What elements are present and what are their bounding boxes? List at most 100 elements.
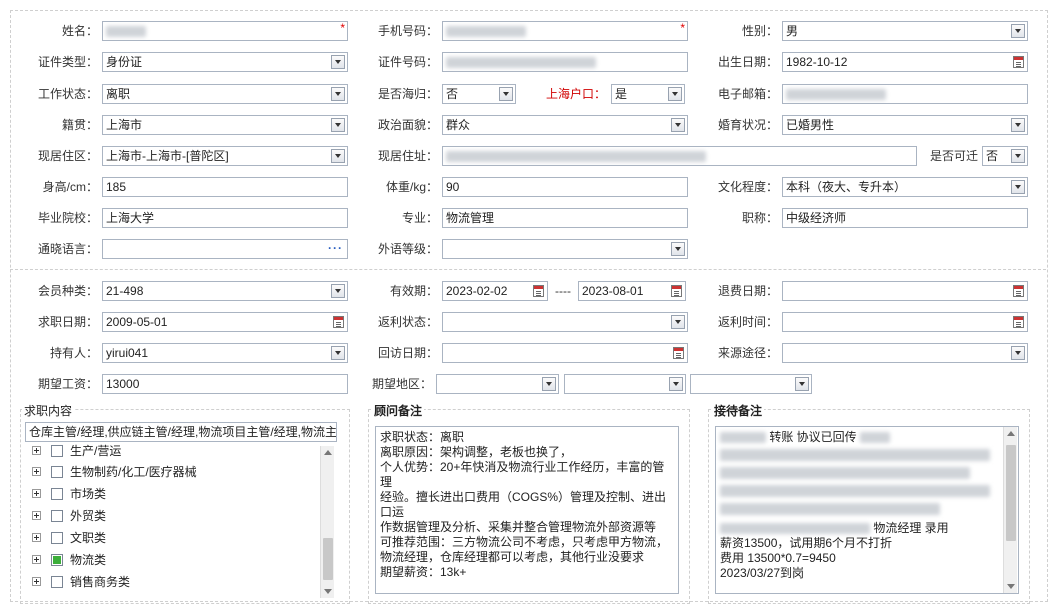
mobile-field[interactable]: * (442, 21, 688, 41)
calendar-icon[interactable] (333, 316, 344, 328)
birth-date-field[interactable]: 1982-10-12 (782, 52, 1028, 72)
marital-select[interactable]: 已婚男性 (782, 115, 1028, 135)
residence-select[interactable]: 上海市-上海市-[普陀区] (102, 146, 348, 166)
advisor-notes-textarea[interactable]: 求职状态：离职 离职原因：架构调整，老板也换了， 个人优势：20+年快消及物流行… (375, 426, 679, 594)
required-mark: * (680, 21, 685, 35)
chevron-down-icon[interactable] (668, 87, 682, 101)
school-field[interactable]: 上海大学 (102, 208, 348, 228)
jobdate-field[interactable]: 2009-05-01 (102, 312, 348, 332)
chevron-down-icon[interactable] (499, 87, 513, 101)
chevron-down-icon[interactable] (669, 377, 683, 391)
workstatus-select[interactable]: 离职 (102, 84, 348, 104)
job-panel-title: 求职内容 (22, 402, 75, 419)
major-field[interactable]: 物流管理 (442, 208, 688, 228)
scroll-up-icon[interactable] (1007, 431, 1015, 436)
language-picker[interactable]: ··· (102, 239, 348, 259)
checkbox[interactable] (51, 576, 63, 588)
visit-label: 回访日期： (377, 346, 438, 360)
chevron-down-icon[interactable] (1011, 118, 1025, 132)
member-type-select[interactable]: 21-498 (102, 281, 348, 301)
chevron-down-icon[interactable] (331, 55, 345, 69)
expand-icon[interactable] (32, 533, 41, 542)
scroll-down-icon[interactable] (324, 589, 332, 594)
expand-icon[interactable] (32, 467, 41, 476)
title-field[interactable]: 中级经济师 (782, 208, 1028, 228)
title-label: 职称： (741, 211, 778, 225)
area-label: 期望地区： (371, 377, 432, 391)
checkbox[interactable] (51, 466, 63, 478)
calendar-icon[interactable] (673, 347, 684, 359)
chevron-down-icon[interactable] (1011, 180, 1025, 194)
more-icon[interactable]: ··· (328, 240, 343, 256)
rebate-time-field[interactable] (782, 312, 1028, 332)
area-city-select[interactable] (564, 374, 686, 394)
reception-notes-textarea[interactable]: 转账 协议已回传 物流经理 录用 薪资13500，试用期6个月不打折 费用 13… (715, 426, 1019, 594)
valid-to-field[interactable]: 2023-08-01 (578, 281, 686, 301)
returnee-select[interactable]: 否 (442, 84, 516, 104)
chevron-down-icon[interactable] (331, 284, 345, 298)
gender-select[interactable]: 男 (782, 21, 1028, 41)
chevron-down-icon[interactable] (331, 149, 345, 163)
job-tree-scrollbar[interactable] (320, 446, 334, 598)
chevron-down-icon[interactable] (795, 377, 809, 391)
calendar-icon[interactable] (671, 285, 682, 297)
email-field[interactable] (782, 84, 1028, 104)
idno-field[interactable] (442, 52, 688, 72)
checkbox[interactable] (51, 532, 63, 544)
reception-scrollbar[interactable] (1003, 427, 1017, 593)
source-select[interactable] (782, 343, 1028, 363)
checkbox[interactable] (51, 488, 63, 500)
chevron-down-icon[interactable] (671, 315, 685, 329)
salary-field[interactable]: 13000 (102, 374, 348, 394)
calendar-icon[interactable] (1013, 316, 1024, 328)
political-label: 政治面貌： (377, 118, 438, 132)
expand-icon[interactable] (32, 511, 41, 520)
idtype-value: 身份证 (106, 55, 143, 69)
chevron-down-icon[interactable] (1011, 346, 1025, 360)
chevron-down-icon[interactable] (331, 346, 345, 360)
scroll-down-icon[interactable] (1007, 584, 1015, 589)
refund-date-field[interactable] (782, 281, 1028, 301)
checkbox-checked[interactable] (51, 554, 63, 566)
calendar-icon[interactable] (533, 285, 544, 297)
job-summary-field[interactable]: 仓库主管/经理,供应链主管/经理,物流项目主管/经理,物流主 (25, 422, 337, 442)
chevron-down-icon[interactable] (542, 377, 556, 391)
political-select[interactable]: 群众 (442, 115, 688, 135)
note-redacted (860, 432, 891, 444)
calendar-icon[interactable] (1013, 56, 1024, 68)
education-select[interactable]: 本科（夜大、专升本） (782, 177, 1028, 197)
holder-select[interactable]: yirui041 (102, 343, 348, 363)
visit-date-field[interactable] (442, 343, 688, 363)
checkbox[interactable] (51, 445, 63, 457)
note-redacted (720, 503, 940, 515)
chevron-down-icon[interactable] (1011, 149, 1025, 163)
name-field[interactable]: * (102, 21, 348, 41)
expand-icon[interactable] (32, 446, 41, 455)
checkbox[interactable] (51, 510, 63, 522)
foreign-select[interactable] (442, 239, 688, 259)
chevron-down-icon[interactable] (671, 242, 685, 256)
area-district-select[interactable] (690, 374, 812, 394)
scroll-up-icon[interactable] (324, 450, 332, 455)
scroll-thumb[interactable] (1006, 445, 1016, 541)
hukou-select[interactable]: 是 (611, 84, 685, 104)
chevron-down-icon[interactable] (331, 87, 345, 101)
calendar-icon[interactable] (1013, 285, 1024, 297)
relocate-select[interactable]: 否 (982, 146, 1028, 166)
chevron-down-icon[interactable] (1011, 24, 1025, 38)
valid-from-field[interactable]: 2023-02-02 (442, 281, 548, 301)
idtype-select[interactable]: 身份证 (102, 52, 348, 72)
rebate-status-select[interactable] (442, 312, 688, 332)
chevron-down-icon[interactable] (671, 118, 685, 132)
expand-icon[interactable] (32, 489, 41, 498)
expand-icon[interactable] (32, 577, 41, 586)
scroll-thumb[interactable] (323, 538, 333, 580)
height-field[interactable]: 185 (102, 177, 348, 197)
chevron-down-icon[interactable] (331, 118, 345, 132)
expand-icon[interactable] (32, 555, 41, 564)
area-province-select[interactable] (436, 374, 559, 394)
address-field[interactable] (442, 146, 917, 166)
weight-field[interactable]: 90 (442, 177, 688, 197)
salary-value: 13000 (106, 377, 140, 391)
native-select[interactable]: 上海市 (102, 115, 348, 135)
